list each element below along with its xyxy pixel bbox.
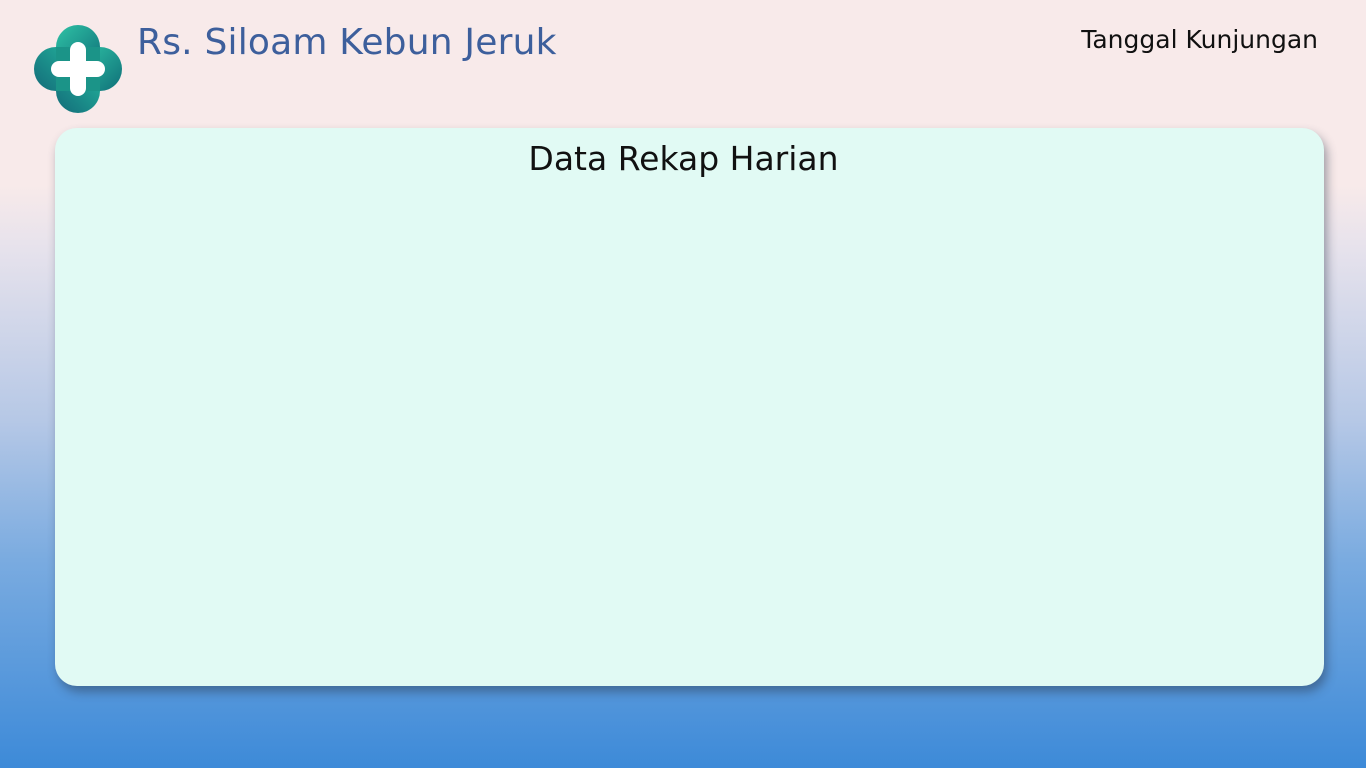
- medical-cross-icon: [34, 25, 122, 113]
- visit-date-link[interactable]: Tanggal Kunjungan: [1081, 25, 1318, 54]
- hospital-logo: [34, 25, 122, 113]
- daily-recap-panel: Data Rekap Harian: [55, 128, 1324, 686]
- panel-title: Data Rekap Harian: [528, 139, 839, 178]
- hospital-name: Rs. Siloam Kebun Jeruk: [137, 22, 557, 63]
- panel-body: [55, 198, 1324, 686]
